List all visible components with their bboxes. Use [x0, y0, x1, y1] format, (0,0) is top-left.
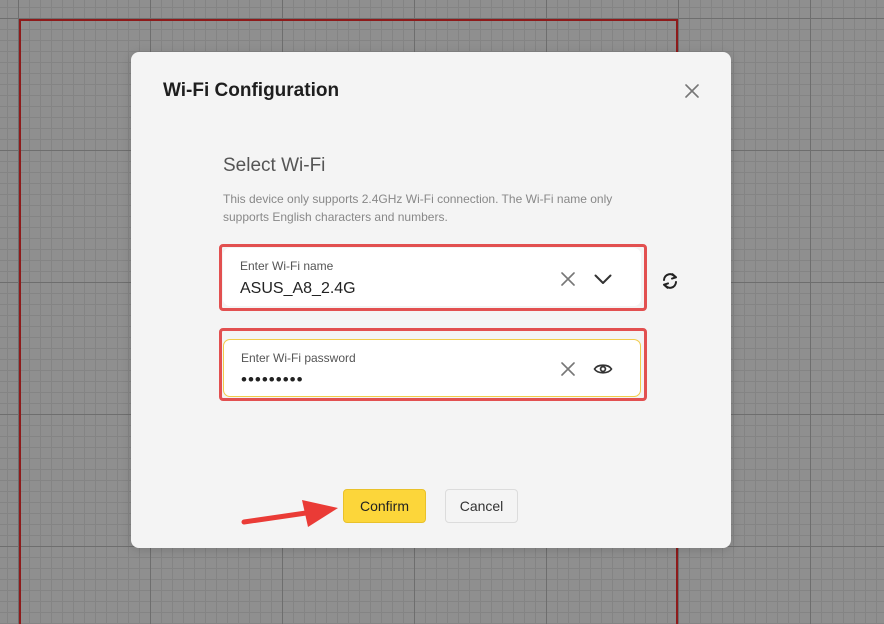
chevron-down-icon[interactable]	[593, 269, 613, 289]
arrow-annotation	[241, 500, 338, 527]
close-icon[interactable]	[681, 80, 703, 102]
wifi-name-value: ASUS_A8_2.4G	[240, 280, 356, 297]
section-description: This device only supports 2.4GHz Wi-Fi c…	[223, 192, 613, 224]
wifi-configuration-dialog: Wi-Fi Configuration Select Wi-Fi This de…	[131, 52, 731, 548]
cancel-button[interactable]: Cancel	[445, 489, 518, 523]
clear-icon[interactable]	[558, 359, 578, 379]
refresh-icon[interactable]	[659, 270, 681, 292]
clear-icon[interactable]	[558, 269, 578, 289]
wifi-password-label: Enter Wi-Fi password	[241, 351, 356, 365]
wifi-name-label: Enter Wi-Fi name	[240, 259, 334, 273]
confirm-button[interactable]: Confirm	[343, 489, 426, 523]
eye-icon[interactable]	[593, 359, 613, 379]
wifi-password-value: •••••••••	[241, 370, 304, 389]
wifi-name-field[interactable]: Enter Wi-Fi name ASUS_A8_2.4G	[223, 248, 641, 306]
section-title: Select Wi-Fi	[223, 155, 326, 176]
dialog-title: Wi-Fi Configuration	[163, 80, 340, 101]
wifi-password-field[interactable]: Enter Wi-Fi password •••••••••	[223, 339, 641, 397]
